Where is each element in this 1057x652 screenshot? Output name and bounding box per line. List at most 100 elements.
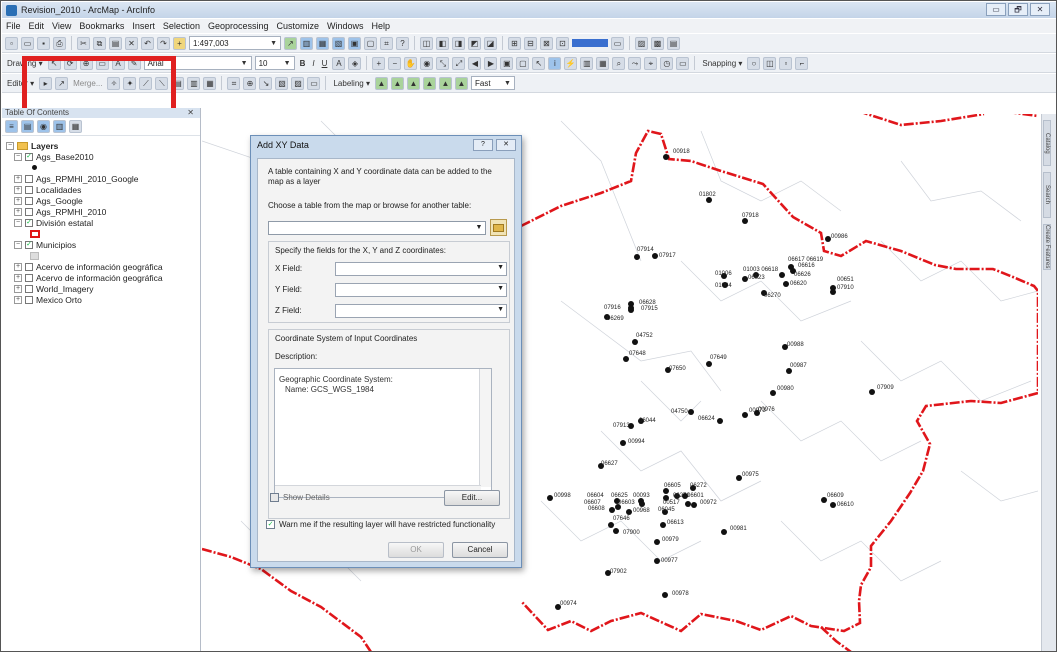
table-of-contents-icon[interactable]: ▥: [300, 36, 313, 50]
lock-labels-icon[interactable]: ▲: [422, 76, 436, 90]
browse-folder-button[interactable]: [490, 219, 507, 236]
georef-auto-icon[interactable]: ▨: [291, 76, 305, 90]
map-point[interactable]: [634, 254, 640, 260]
map-point[interactable]: [691, 502, 697, 508]
font-color-icon[interactable]: A: [332, 56, 346, 70]
description-box[interactable]: Geographic Coordinate System: Name: GCS_…: [274, 368, 492, 498]
zoom-in-icon[interactable]: +: [372, 56, 386, 70]
map-point[interactable]: [609, 507, 615, 513]
map-point[interactable]: [639, 501, 645, 507]
goto-xy-icon[interactable]: ⌖: [644, 56, 658, 70]
layer-visibility-checkbox[interactable]: [25, 273, 33, 282]
map-point[interactable]: [662, 592, 668, 598]
add-data-icon[interactable]: +: [173, 36, 186, 50]
map-point[interactable]: [632, 339, 638, 345]
save-icon[interactable]: ▪: [37, 36, 50, 50]
minimize-button[interactable]: ▭: [986, 3, 1006, 16]
create-features-icon[interactable]: ▦: [203, 76, 217, 90]
layout-icon-1[interactable]: ▨: [635, 36, 648, 50]
snapping-menu[interactable]: Snapping ▾: [700, 59, 744, 68]
fill-color-icon[interactable]: ◈: [348, 56, 362, 70]
layer-row[interactable]: − ✓ Ags_Base2010: [6, 151, 200, 162]
georef-table-icon[interactable]: ⌗: [227, 76, 241, 90]
catalog-icon[interactable]: ▦: [316, 36, 329, 50]
underline-button[interactable]: U: [320, 59, 330, 68]
layer-row[interactable]: + Ags_Google: [6, 195, 200, 206]
expand-icon[interactable]: +: [14, 196, 22, 205]
label-quality-combo[interactable]: Fast ▼: [470, 76, 515, 90]
menu-help[interactable]: Help: [372, 21, 391, 31]
end-snapping-icon[interactable]: ◫: [763, 56, 777, 70]
georef-control-icon[interactable]: ⊕: [243, 76, 257, 90]
forward-extent-icon[interactable]: ▶: [484, 56, 498, 70]
menu-windows[interactable]: Windows: [327, 21, 364, 31]
expand-icon[interactable]: +: [14, 207, 22, 216]
menu-view[interactable]: View: [52, 21, 71, 31]
georef-view-icon[interactable]: ▧: [275, 76, 289, 90]
layer-visibility-checkbox[interactable]: [25, 174, 33, 183]
warn-row[interactable]: ✓ Warn me if the resulting layer will ha…: [266, 520, 495, 529]
map-point[interactable]: [783, 281, 789, 287]
layer-visibility-checkbox[interactable]: [25, 295, 33, 304]
cut-icon[interactable]: ✂: [77, 36, 90, 50]
layer-visibility-checkbox[interactable]: [25, 284, 33, 293]
map-point[interactable]: [706, 361, 712, 367]
edit-button[interactable]: Edit...: [444, 490, 500, 506]
label-priority-icon[interactable]: ▲: [390, 76, 404, 90]
menu-edit[interactable]: Edit: [29, 21, 45, 31]
map-scale-combo[interactable]: 1:497,003 ▼: [189, 36, 281, 50]
topology-icon-1[interactable]: ◫: [420, 36, 433, 50]
list-by-selection-icon[interactable]: ▥: [53, 120, 66, 133]
map-point[interactable]: [830, 502, 836, 508]
topology-icon-5[interactable]: ◪: [484, 36, 497, 50]
collapse-icon[interactable]: −: [6, 141, 14, 150]
layer-row[interactable]: + Ags_RPMHI_2010: [6, 206, 200, 217]
show-details-checkbox[interactable]: [270, 493, 279, 502]
layer-visibility-checkbox[interactable]: ✓: [25, 152, 33, 161]
bold-button[interactable]: B: [298, 59, 308, 68]
map-point[interactable]: [770, 390, 776, 396]
map-point[interactable]: [742, 412, 748, 418]
menu-customize[interactable]: Customize: [277, 21, 320, 31]
map-point[interactable]: [721, 529, 727, 535]
catalog-tab[interactable]: Catalog: [1043, 120, 1051, 166]
labeling-menu[interactable]: Labeling ▾: [331, 79, 372, 88]
view-unplaced-icon[interactable]: ▲: [454, 76, 468, 90]
dialog-close-button[interactable]: ✕: [496, 139, 516, 151]
x-field-select[interactable]: ▼: [335, 262, 507, 276]
measure-icon[interactable]: ▦: [596, 56, 610, 70]
layer-row[interactable]: + Ags_RPMHI_2010_Google: [6, 173, 200, 184]
python-icon[interactable]: ▢: [364, 36, 377, 50]
layer-row[interactable]: − ✓ División estatal: [6, 217, 200, 228]
topology-icon-2[interactable]: ◧: [436, 36, 449, 50]
search-tab[interactable]: Search: [1043, 172, 1051, 218]
georef-icon-2[interactable]: ⊟: [524, 36, 537, 50]
georef-rect-icon[interactable]: ▭: [307, 76, 321, 90]
toc-options-icon[interactable]: ▦: [69, 120, 82, 133]
layer-row[interactable]: + Acervo de información geográfica: [6, 272, 200, 283]
layer-row[interactable]: + Acervo de información geográfica: [6, 261, 200, 272]
expand-icon[interactable]: +: [14, 174, 22, 183]
list-by-drawing-order-icon[interactable]: ≡: [5, 120, 18, 133]
map-point[interactable]: [663, 154, 669, 160]
table-select[interactable]: ▼: [268, 221, 486, 235]
layer-row[interactable]: + Mexico Orto: [6, 294, 200, 305]
fixed-zoom-in-icon[interactable]: ⤡: [436, 56, 450, 70]
menu-insert[interactable]: Insert: [132, 21, 155, 31]
z-field-select[interactable]: ▼: [335, 304, 507, 318]
find-route-icon[interactable]: ⤳: [628, 56, 642, 70]
layers-root[interactable]: − Layers: [6, 140, 200, 151]
pan-icon[interactable]: ✋: [404, 56, 418, 70]
georef-icon-1[interactable]: ⊞: [508, 36, 521, 50]
map-point[interactable]: [688, 409, 694, 415]
vertical-scrollbar[interactable]: [479, 369, 491, 487]
layout-icon-2[interactable]: ▩: [651, 36, 664, 50]
html-popup-icon[interactable]: ▥: [580, 56, 594, 70]
menu-bookmarks[interactable]: Bookmarks: [79, 21, 124, 31]
collapse-icon[interactable]: −: [14, 240, 22, 249]
transparency-slider[interactable]: [572, 39, 608, 47]
expand-icon[interactable]: +: [14, 284, 22, 293]
list-by-visibility-icon[interactable]: ◉: [37, 120, 50, 133]
expand-icon[interactable]: +: [14, 185, 22, 194]
layer-visibility-checkbox[interactable]: [25, 196, 33, 205]
